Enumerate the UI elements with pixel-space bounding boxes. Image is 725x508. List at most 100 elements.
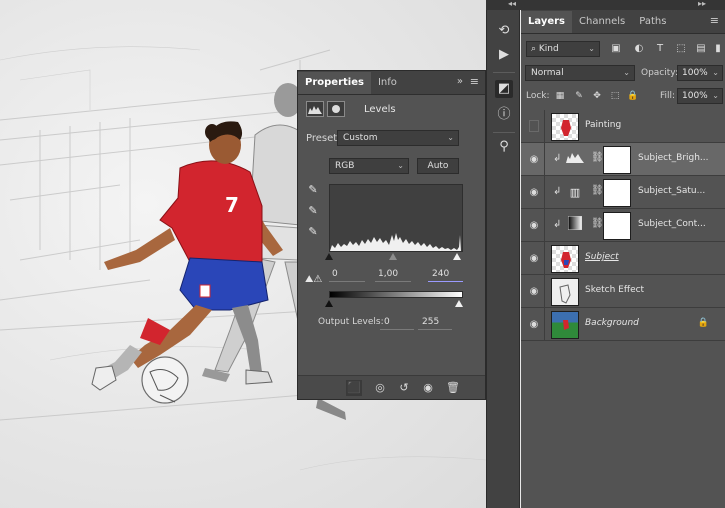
lock-artboard-icon[interactable]: ⬚ <box>609 90 621 102</box>
layer-thumbnail <box>551 278 579 306</box>
layer-name[interactable]: Painting <box>585 120 621 130</box>
gray-point-eyedropper-icon[interactable]: ✎ <box>306 204 320 218</box>
layer-name[interactable]: Subject_Satu... <box>638 186 705 196</box>
clip-to-layer-icon[interactable]: ⬛ <box>346 380 362 396</box>
filter-kind-dropdown[interactable]: ⌕ Kind ⌄ <box>526 41 600 57</box>
eye-icon[interactable]: ◉ <box>527 219 541 233</box>
layer-thumbnail <box>551 245 579 273</box>
layer-row-subject-contrast[interactable]: ◉ ↲ ⛓ Subject_Cont... <box>521 209 725 242</box>
output-black-slider[interactable] <box>325 300 333 307</box>
lock-position-icon[interactable]: ✥ <box>591 90 603 102</box>
info-icon[interactable]: ⓘ <box>495 106 513 124</box>
fill-label: Fill: <box>660 91 676 101</box>
black-point-eyedropper-icon[interactable]: ✎ <box>306 183 320 197</box>
eye-icon[interactable]: ◉ <box>527 318 541 332</box>
input-white-slider[interactable] <box>453 253 461 260</box>
layer-name[interactable]: Subject_Brigh... <box>638 153 709 163</box>
channel-dropdown[interactable]: RGB ⌄ <box>329 158 409 174</box>
collapse-right-icon[interactable]: ▸▸ <box>698 0 706 8</box>
layer-thumbnail <box>551 311 579 339</box>
input-gamma-value[interactable]: 1,00 <box>378 269 398 279</box>
layer-row-background[interactable]: ◉ Background 🔒 <box>521 308 725 341</box>
output-white-slider[interactable] <box>455 300 463 307</box>
mask-link-icon[interactable]: ⛓ <box>591 185 604 196</box>
output-white-value[interactable]: 255 <box>422 317 439 327</box>
collapse-left-icon[interactable]: ◂◂ <box>508 0 516 8</box>
layers-panel: Layers Channels Paths ≡ ⌕ Kind ⌄ ▣ ◐ T ⬚… <box>521 10 725 508</box>
opacity-field[interactable]: 100% ⌄ <box>677 65 723 81</box>
tab-info[interactable]: Info <box>371 72 404 94</box>
layer-row-sketch-effect[interactable]: ◉ Sketch Effect <box>521 275 725 308</box>
layer-mask-thumbnail[interactable] <box>603 146 631 174</box>
panel-menu-icon[interactable]: ≡ <box>710 14 719 27</box>
panel-menu-icon[interactable]: ≡ <box>470 75 479 88</box>
delete-adjustment-icon[interactable]: 🗑 <box>445 380 461 396</box>
tab-paths[interactable]: Paths <box>632 11 673 33</box>
input-black-value[interactable]: 0 <box>332 269 338 279</box>
reset-adjustment-icon[interactable]: ↺ <box>396 380 412 396</box>
adjustments-icon[interactable]: ◩ <box>495 80 513 98</box>
layer-name[interactable]: Background <box>585 318 639 328</box>
view-previous-state-icon[interactable]: ◎ <box>372 380 388 396</box>
layer-row-subject-saturation[interactable]: ◉ ↲ ▥ ⛓ Subject_Satu... <box>521 176 725 209</box>
layer-row-painting[interactable]: Painting <box>521 110 725 143</box>
adjustment-title: Levels <box>364 103 396 115</box>
visibility-toggle-off[interactable] <box>529 120 539 132</box>
eye-icon[interactable]: ◉ <box>527 285 541 299</box>
eye-icon[interactable]: ◉ <box>527 186 541 200</box>
blend-mode-value: Normal <box>531 68 564 78</box>
eye-icon[interactable]: ◉ <box>527 153 541 167</box>
layer-mask-icon[interactable] <box>327 101 345 117</box>
opacity-label: Opacity: <box>641 68 678 78</box>
history-icon[interactable]: ⟲ <box>495 22 513 40</box>
white-point-eyedropper-icon[interactable]: ✎ <box>306 225 320 239</box>
input-white-underline <box>428 281 463 282</box>
toggle-visibility-icon[interactable]: ◉ <box>420 380 436 396</box>
mask-link-icon[interactable]: ⛓ <box>591 152 604 163</box>
tab-layers[interactable]: Layers <box>521 11 572 33</box>
input-gamma-slider[interactable] <box>389 253 397 260</box>
layer-row-subject-brightness[interactable]: ◉ ↲ ⛓ Subject_Brigh... <box>521 143 725 176</box>
gradient-map-icon <box>565 215 585 236</box>
filter-toggle-icon[interactable]: ▮ <box>711 42 725 56</box>
filter-shape-icon[interactable]: ⬚ <box>674 42 688 56</box>
layers-tabbar: Layers Channels Paths ≡ <box>521 10 725 34</box>
input-white-value[interactable]: 240 <box>432 269 449 279</box>
filter-pixel-icon[interactable]: ▣ <box>609 42 623 56</box>
lock-all-icon[interactable]: 🔒 <box>627 90 639 102</box>
lock-image-pixels-icon[interactable]: ✎ <box>573 90 585 102</box>
clone-source-icon[interactable]: ⚲ <box>495 138 513 156</box>
chevron-down-icon: ⌄ <box>712 68 719 77</box>
auto-button[interactable]: Auto <box>417 158 459 174</box>
layer-mask-thumbnail[interactable] <box>603 179 631 207</box>
chevron-down-icon: ⌄ <box>588 44 595 53</box>
blend-mode-dropdown[interactable]: Normal ⌄ <box>525 65 635 81</box>
layer-row-subject[interactable]: ◉ Subject <box>521 242 725 275</box>
filter-smart-object-icon[interactable]: ▤ <box>694 42 708 56</box>
fill-field[interactable]: 100% ⌄ <box>677 88 723 104</box>
tab-channels[interactable]: Channels <box>572 11 632 33</box>
row-divider <box>544 110 545 143</box>
output-black-value[interactable]: 0 <box>384 317 390 327</box>
lock-transparent-pixels-icon[interactable]: ▦ <box>554 90 566 102</box>
layer-name[interactable]: Subject_Cont... <box>638 219 706 229</box>
play-action-icon[interactable]: ▶ <box>495 46 513 64</box>
chevron-down-icon: ⌄ <box>712 91 719 100</box>
eye-icon[interactable]: ◉ <box>527 252 541 266</box>
opacity-value: 100% <box>682 68 708 78</box>
preset-dropdown[interactable]: Custom ⌄ <box>337 130 459 146</box>
layer-name[interactable]: Subject <box>585 252 619 262</box>
layer-mask-thumbnail[interactable] <box>603 212 631 240</box>
input-gamma-underline <box>375 281 411 282</box>
mask-link-icon[interactable]: ⛓ <box>591 218 604 229</box>
clipping-warning-icon[interactable]: ⛰⚠ <box>305 274 322 285</box>
layer-filter-row: ⌕ Kind ⌄ ▣ ◐ T ⬚ ▤ ▮ <box>521 38 725 60</box>
filter-adjustment-icon[interactable]: ◐ <box>632 42 646 56</box>
collapse-panel-icon[interactable]: » <box>457 76 463 87</box>
levels-adjustment-icon[interactable] <box>306 101 324 117</box>
input-black-underline <box>329 281 365 282</box>
layer-name[interactable]: Sketch Effect <box>585 285 644 295</box>
tab-properties[interactable]: Properties <box>298 72 371 94</box>
input-black-slider[interactable] <box>325 253 333 260</box>
filter-type-icon[interactable]: T <box>653 42 667 56</box>
